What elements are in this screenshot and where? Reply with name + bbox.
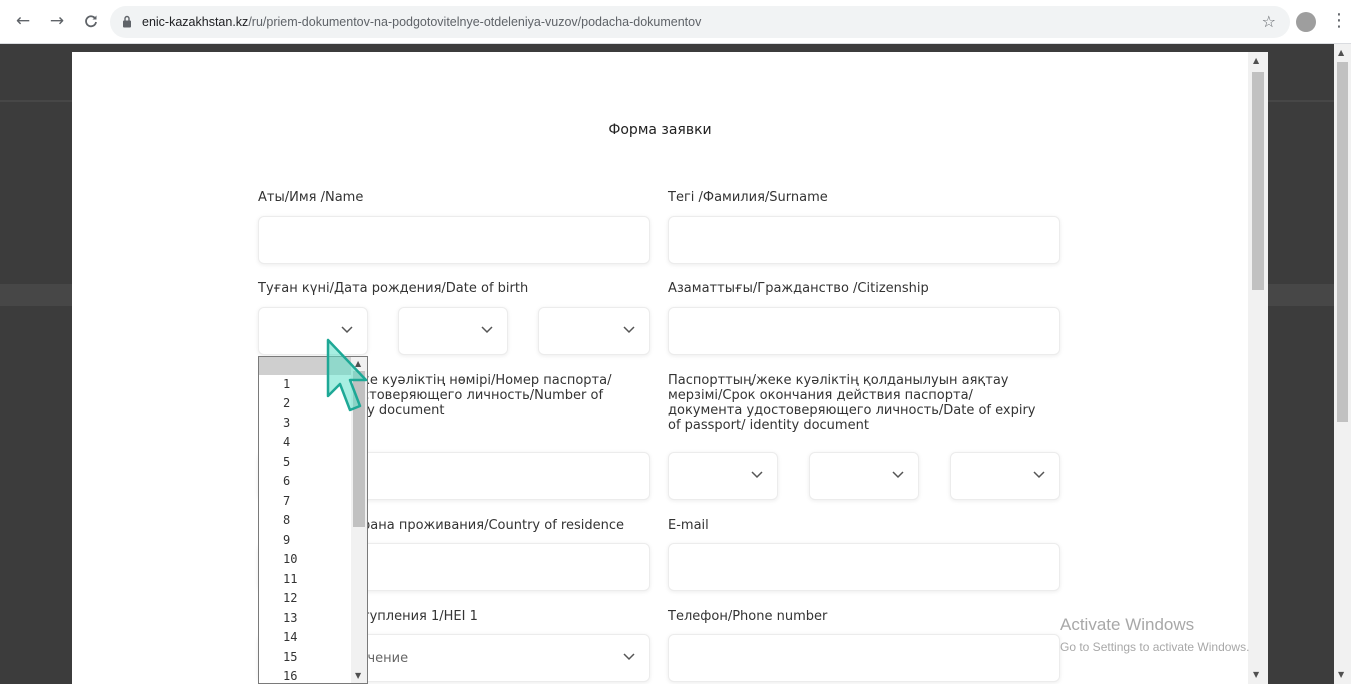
form-title: Форма заявки <box>608 122 712 138</box>
chevron-down-icon <box>341 326 353 334</box>
reload-icon[interactable] <box>80 10 102 32</box>
chevron-down-icon <box>892 471 904 479</box>
chevron-down-icon <box>1033 471 1045 479</box>
surname-input[interactable] <box>668 216 1060 264</box>
expiry-year-select[interactable] <box>950 452 1060 500</box>
dropdown-option[interactable]: 15 <box>283 650 297 664</box>
address-bar[interactable]: enic-kazakhstan.kz/ru/priem-dokumentov-n… <box>110 6 1290 38</box>
browser-toolbar: ← → enic-kazakhstan.kz/ru/priem-dokument… <box>0 0 1351 44</box>
expiry-day-select[interactable] <box>668 452 778 500</box>
activate-windows-watermark: Activate Windows <box>1060 615 1195 634</box>
forward-icon[interactable]: → <box>46 10 68 32</box>
birth-year-select[interactable] <box>538 307 650 355</box>
citizenship-label: Азаматтығы/Гражданство /Citizenship <box>668 281 929 296</box>
page-scrollbar[interactable]: ▲ ▼ <box>1334 44 1351 684</box>
birth-date-label: Туған күні/Дата рождения/Date of birth <box>258 281 529 296</box>
citizenship-input[interactable] <box>668 307 1060 355</box>
dropdown-option[interactable]: 1 <box>283 377 290 391</box>
passport-expiry-label: Паспорттың/жеке куәліктің қолданылуын ая… <box>668 373 1036 433</box>
dropdown-option[interactable]: 12 <box>283 591 297 605</box>
scroll-up-icon[interactable]: ▲ <box>1253 56 1259 65</box>
application-form-modal: Форма заявки Аты/Имя /Name Тегі /Фамилия… <box>72 52 1268 684</box>
modal-scrollbar[interactable]: ▲ ▼ <box>1248 52 1268 684</box>
dropdown-option[interactable]: 6 <box>283 474 290 488</box>
modal-scroll-thumb[interactable] <box>1252 72 1264 290</box>
dropdown-option[interactable]: 8 <box>283 513 290 527</box>
dropdown-option[interactable]: 10 <box>283 552 297 566</box>
bookmark-star-icon[interactable]: ☆ <box>1262 6 1276 38</box>
expiry-month-select[interactable] <box>809 452 919 500</box>
email-input[interactable] <box>668 543 1060 591</box>
scroll-down-icon[interactable]: ▼ <box>1338 670 1344 679</box>
hei-label: тупления 1/HEI 1 <box>362 609 478 624</box>
back-icon[interactable]: ← <box>12 10 34 32</box>
profile-avatar[interactable] <box>1296 12 1316 32</box>
lock-icon <box>123 15 131 28</box>
dropdown-option[interactable]: 2 <box>283 396 290 410</box>
url-text: enic-kazakhstan.kz/ru/priem-dokumentov-n… <box>142 15 702 29</box>
name-input[interactable] <box>258 216 650 264</box>
dropdown-option[interactable]: 11 <box>283 572 297 586</box>
phone-label: Телефон/Phone number <box>668 609 828 624</box>
dropdown-option[interactable]: 4 <box>283 435 290 449</box>
chevron-down-icon <box>481 326 493 334</box>
chevron-down-icon <box>623 326 635 334</box>
surname-label: Тегі /Фамилия/Surname <box>668 190 828 205</box>
dropdown-option[interactable]: 16 <box>283 669 297 683</box>
activate-windows-hint: Go to Settings to activate Windows. <box>1060 640 1250 654</box>
dropdown-option[interactable]: 3 <box>283 416 290 430</box>
dropdown-option[interactable]: 9 <box>283 533 290 547</box>
page-scroll-thumb[interactable] <box>1337 62 1348 422</box>
residence-label: рана проживания/Country of residence <box>362 518 624 533</box>
birth-month-select[interactable] <box>398 307 508 355</box>
passport-number-label: ке куәліктің нөмірі/Номер паспорта/ стов… <box>362 373 612 418</box>
phone-input[interactable] <box>668 634 1060 682</box>
dropdown-option[interactable]: 14 <box>283 630 297 644</box>
scroll-down-icon[interactable]: ▼ <box>1253 670 1259 679</box>
menu-dots-icon[interactable]: ⋮ <box>1330 10 1348 32</box>
dropdown-option[interactable]: 13 <box>283 611 297 625</box>
scroll-up-icon[interactable]: ▲ <box>1338 48 1344 57</box>
email-label: E-mail <box>668 518 709 533</box>
chevron-down-icon <box>623 653 635 661</box>
mouse-cursor-icon <box>326 338 368 412</box>
dropdown-option[interactable]: 5 <box>283 455 290 469</box>
dropdown-option[interactable]: 7 <box>283 494 290 508</box>
name-label: Аты/Имя /Name <box>258 190 364 205</box>
chevron-down-icon <box>751 471 763 479</box>
scroll-down-icon[interactable]: ▼ <box>355 671 361 680</box>
